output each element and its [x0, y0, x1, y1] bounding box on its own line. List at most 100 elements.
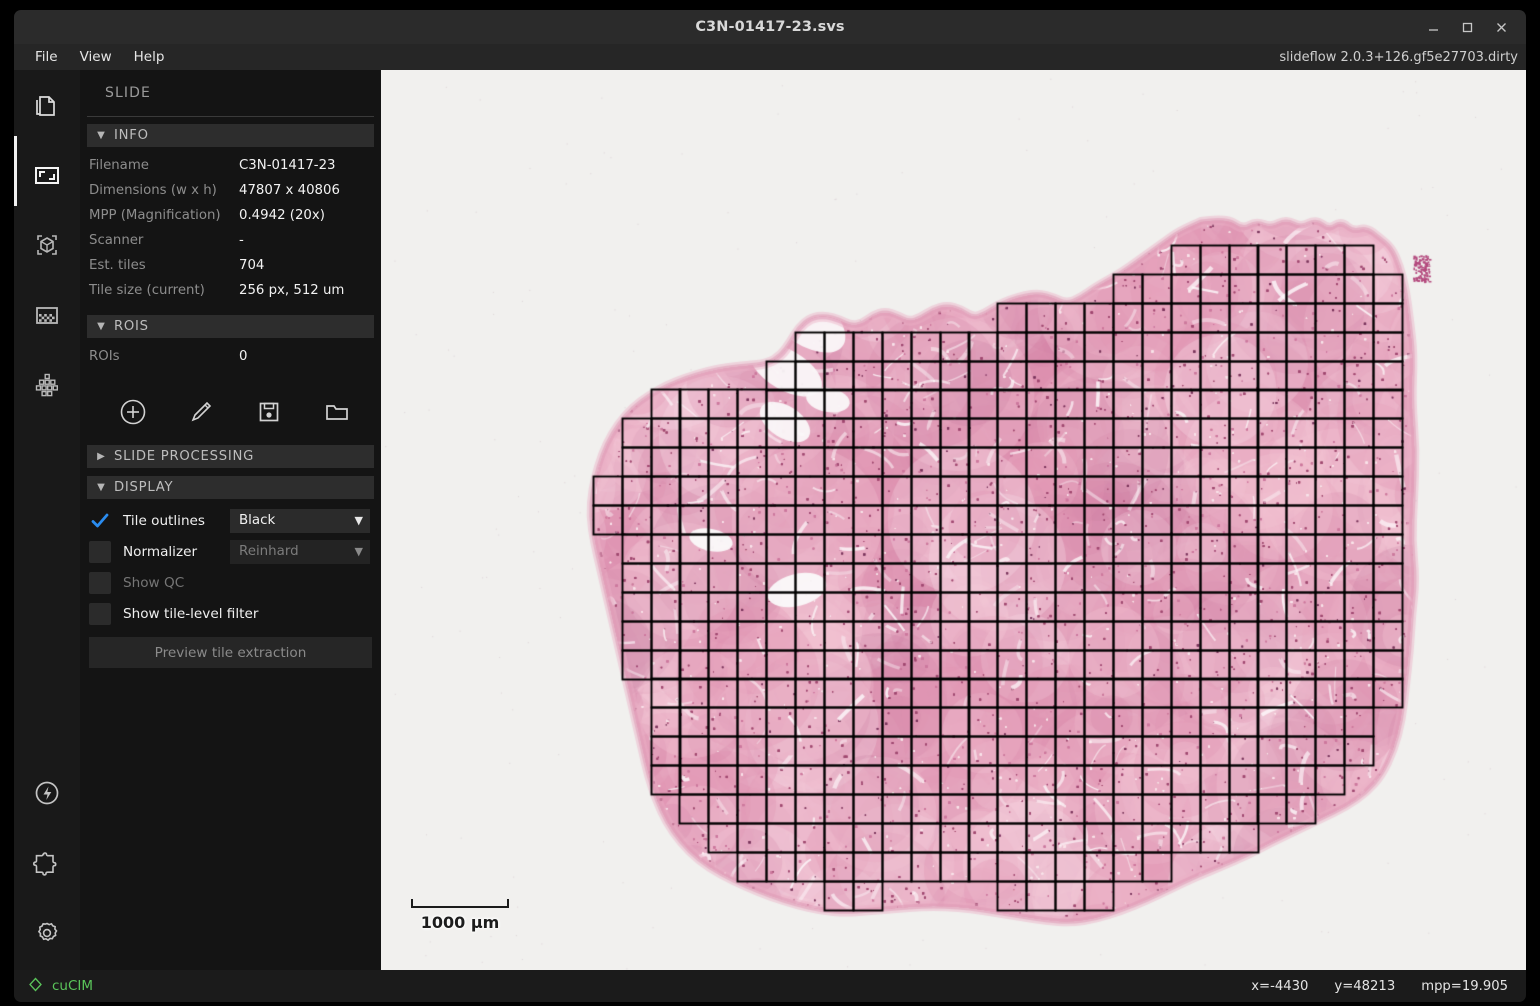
pencil-icon	[186, 397, 216, 427]
menu-view[interactable]: View	[69, 47, 123, 68]
mosaic-icon	[31, 369, 63, 401]
info-row-dimensions: Dimensions (w x h) 47807 x 40806	[87, 178, 374, 203]
model-icon	[31, 229, 63, 261]
slide-icon	[31, 89, 63, 121]
extensions-icon	[31, 847, 63, 879]
minimize-icon[interactable]	[1416, 10, 1450, 44]
status-bar: cuCIM x=-4430 y=48213 mpp=19.905	[14, 970, 1526, 1002]
section-header-slide-processing[interactable]: ▶ SLIDE PROCESSING	[87, 445, 374, 468]
sidebar-item-heatmap[interactable]	[14, 280, 80, 350]
scale-bar-label: 1000 µm	[420, 913, 500, 932]
tile-outlines-color-value: Black	[239, 513, 276, 528]
icon-rail	[14, 70, 80, 970]
section-header-info[interactable]: ▼ INFO	[87, 124, 374, 147]
show-tile-filter-checkbox[interactable]	[89, 602, 111, 625]
section-header-rois[interactable]: ▼ ROIS	[87, 315, 374, 338]
version-label: slideflow 2.0.3+126.gf5e27703.dirty	[1279, 49, 1518, 65]
panel-title: SLIDE	[105, 85, 151, 101]
sidebar-item-performance[interactable]	[14, 758, 80, 828]
preview-tile-extraction-button[interactable]: Preview tile extraction	[89, 637, 372, 668]
add-roi-button[interactable]	[99, 384, 167, 440]
info-row-filename: Filename C3N-01417-23	[87, 153, 374, 178]
status-y: y=48213	[1334, 978, 1396, 994]
floppy-disk-icon	[254, 397, 284, 427]
tile-outlines-checkbox[interactable]	[89, 510, 111, 532]
viewport-icon	[31, 159, 63, 191]
info-row-tile-size: Tile size (current) 256 px, 512 um	[87, 278, 374, 303]
info-key: Scanner	[89, 233, 144, 248]
display-row-show-tile-filter: Show tile-level filter	[87, 598, 374, 629]
section-label-slide-processing: SLIDE PROCESSING	[114, 449, 255, 464]
info-value: -	[239, 233, 244, 248]
settings-icon	[31, 917, 63, 949]
sidebar-item-settings[interactable]	[14, 898, 80, 968]
normalizer-method-value: Reinhard	[239, 544, 299, 559]
edit-roi-button[interactable]	[167, 384, 235, 440]
chevron-down-icon: ▼	[97, 130, 105, 141]
sidebar-item-extensions[interactable]	[14, 828, 80, 898]
status-x: x=-4430	[1251, 978, 1309, 994]
maximize-icon[interactable]	[1450, 10, 1484, 44]
title-bar: C3N-01417-23.svs	[14, 10, 1526, 44]
sidebar-item-model[interactable]	[14, 210, 80, 280]
show-qc-checkbox[interactable]	[89, 571, 111, 594]
chevron-down-icon: ▼	[97, 321, 105, 332]
rois-value: 0	[239, 349, 248, 364]
plus-circle-icon	[118, 397, 148, 427]
menu-file[interactable]: File	[24, 47, 69, 68]
info-row-mpp: MPP (Magnification) 0.4942 (20x)	[87, 203, 374, 228]
chevron-down-icon: ▼	[354, 545, 363, 558]
normalizer-method-select[interactable]: Reinhard ▼	[230, 539, 370, 564]
performance-icon	[31, 777, 63, 809]
slide-canvas[interactable]	[381, 70, 1526, 970]
diamond-icon	[28, 977, 43, 996]
info-key: Est. tiles	[89, 258, 146, 273]
info-value: 47807 x 40806	[239, 183, 340, 198]
info-value: 704	[239, 258, 265, 273]
chevron-down-icon: ▼	[354, 514, 363, 527]
info-row-scanner: Scanner -	[87, 228, 374, 253]
menu-help[interactable]: Help	[123, 47, 176, 68]
normalizer-checkbox[interactable]	[89, 540, 111, 563]
section-header-display[interactable]: ▼ DISPLAY	[87, 476, 374, 499]
roi-toolbar	[87, 379, 374, 445]
close-icon[interactable]	[1484, 10, 1518, 44]
section-label-info: INFO	[114, 128, 149, 143]
heatmap-icon	[31, 299, 63, 331]
tile-outlines-color-select[interactable]: Black ▼	[230, 508, 370, 533]
display-row-tile-outlines: Tile outlines Black ▼	[87, 505, 374, 536]
folder-icon	[322, 397, 352, 427]
scale-bar: 1000 µm	[405, 899, 515, 932]
slide-viewport[interactable]: 1000 µm	[381, 70, 1526, 970]
sidebar-item-viewport[interactable]	[14, 140, 80, 210]
info-value: 256 px, 512 um	[239, 283, 345, 298]
chevron-down-icon: ▼	[97, 482, 105, 493]
normalizer-label: Normalizer	[123, 543, 198, 560]
sidebar-item-mosaic[interactable]	[14, 350, 80, 420]
app-window: C3N-01417-23.svs File View Help slideflo…	[0, 0, 1540, 1006]
scale-bar-line	[411, 899, 509, 908]
sidebar-item-slide[interactable]	[14, 70, 80, 140]
show-tile-filter-label: Show tile-level filter	[123, 605, 259, 622]
tile-outlines-label: Tile outlines	[123, 512, 206, 529]
info-row-est-tiles: Est. tiles 704	[87, 253, 374, 278]
save-roi-button[interactable]	[235, 384, 303, 440]
window-title: C3N-01417-23.svs	[695, 19, 845, 35]
menu-bar: File View Help slideflow 2.0.3+126.gf5e2…	[14, 44, 1526, 70]
info-value: C3N-01417-23	[239, 158, 336, 173]
section-label-rois: ROIS	[114, 319, 149, 334]
display-row-normalizer: Normalizer Reinhard ▼	[87, 536, 374, 567]
display-row-show-qc: Show QC	[87, 567, 374, 598]
info-key: MPP (Magnification)	[89, 208, 221, 223]
slide-panel: SLIDE ▼ INFO Filename C3N-01417-23 Dimen…	[80, 70, 381, 970]
rois-row-count: ROIs 0	[87, 344, 374, 369]
check-icon	[91, 513, 109, 527]
info-value: 0.4942 (20x)	[239, 208, 325, 223]
rois-key: ROIs	[89, 349, 120, 364]
info-key: Dimensions (w x h)	[89, 183, 217, 198]
window-controls	[1416, 10, 1518, 44]
show-qc-label: Show QC	[123, 574, 185, 591]
info-key: Tile size (current)	[89, 283, 205, 298]
load-roi-button[interactable]	[303, 384, 371, 440]
chevron-right-icon: ▶	[97, 451, 105, 462]
